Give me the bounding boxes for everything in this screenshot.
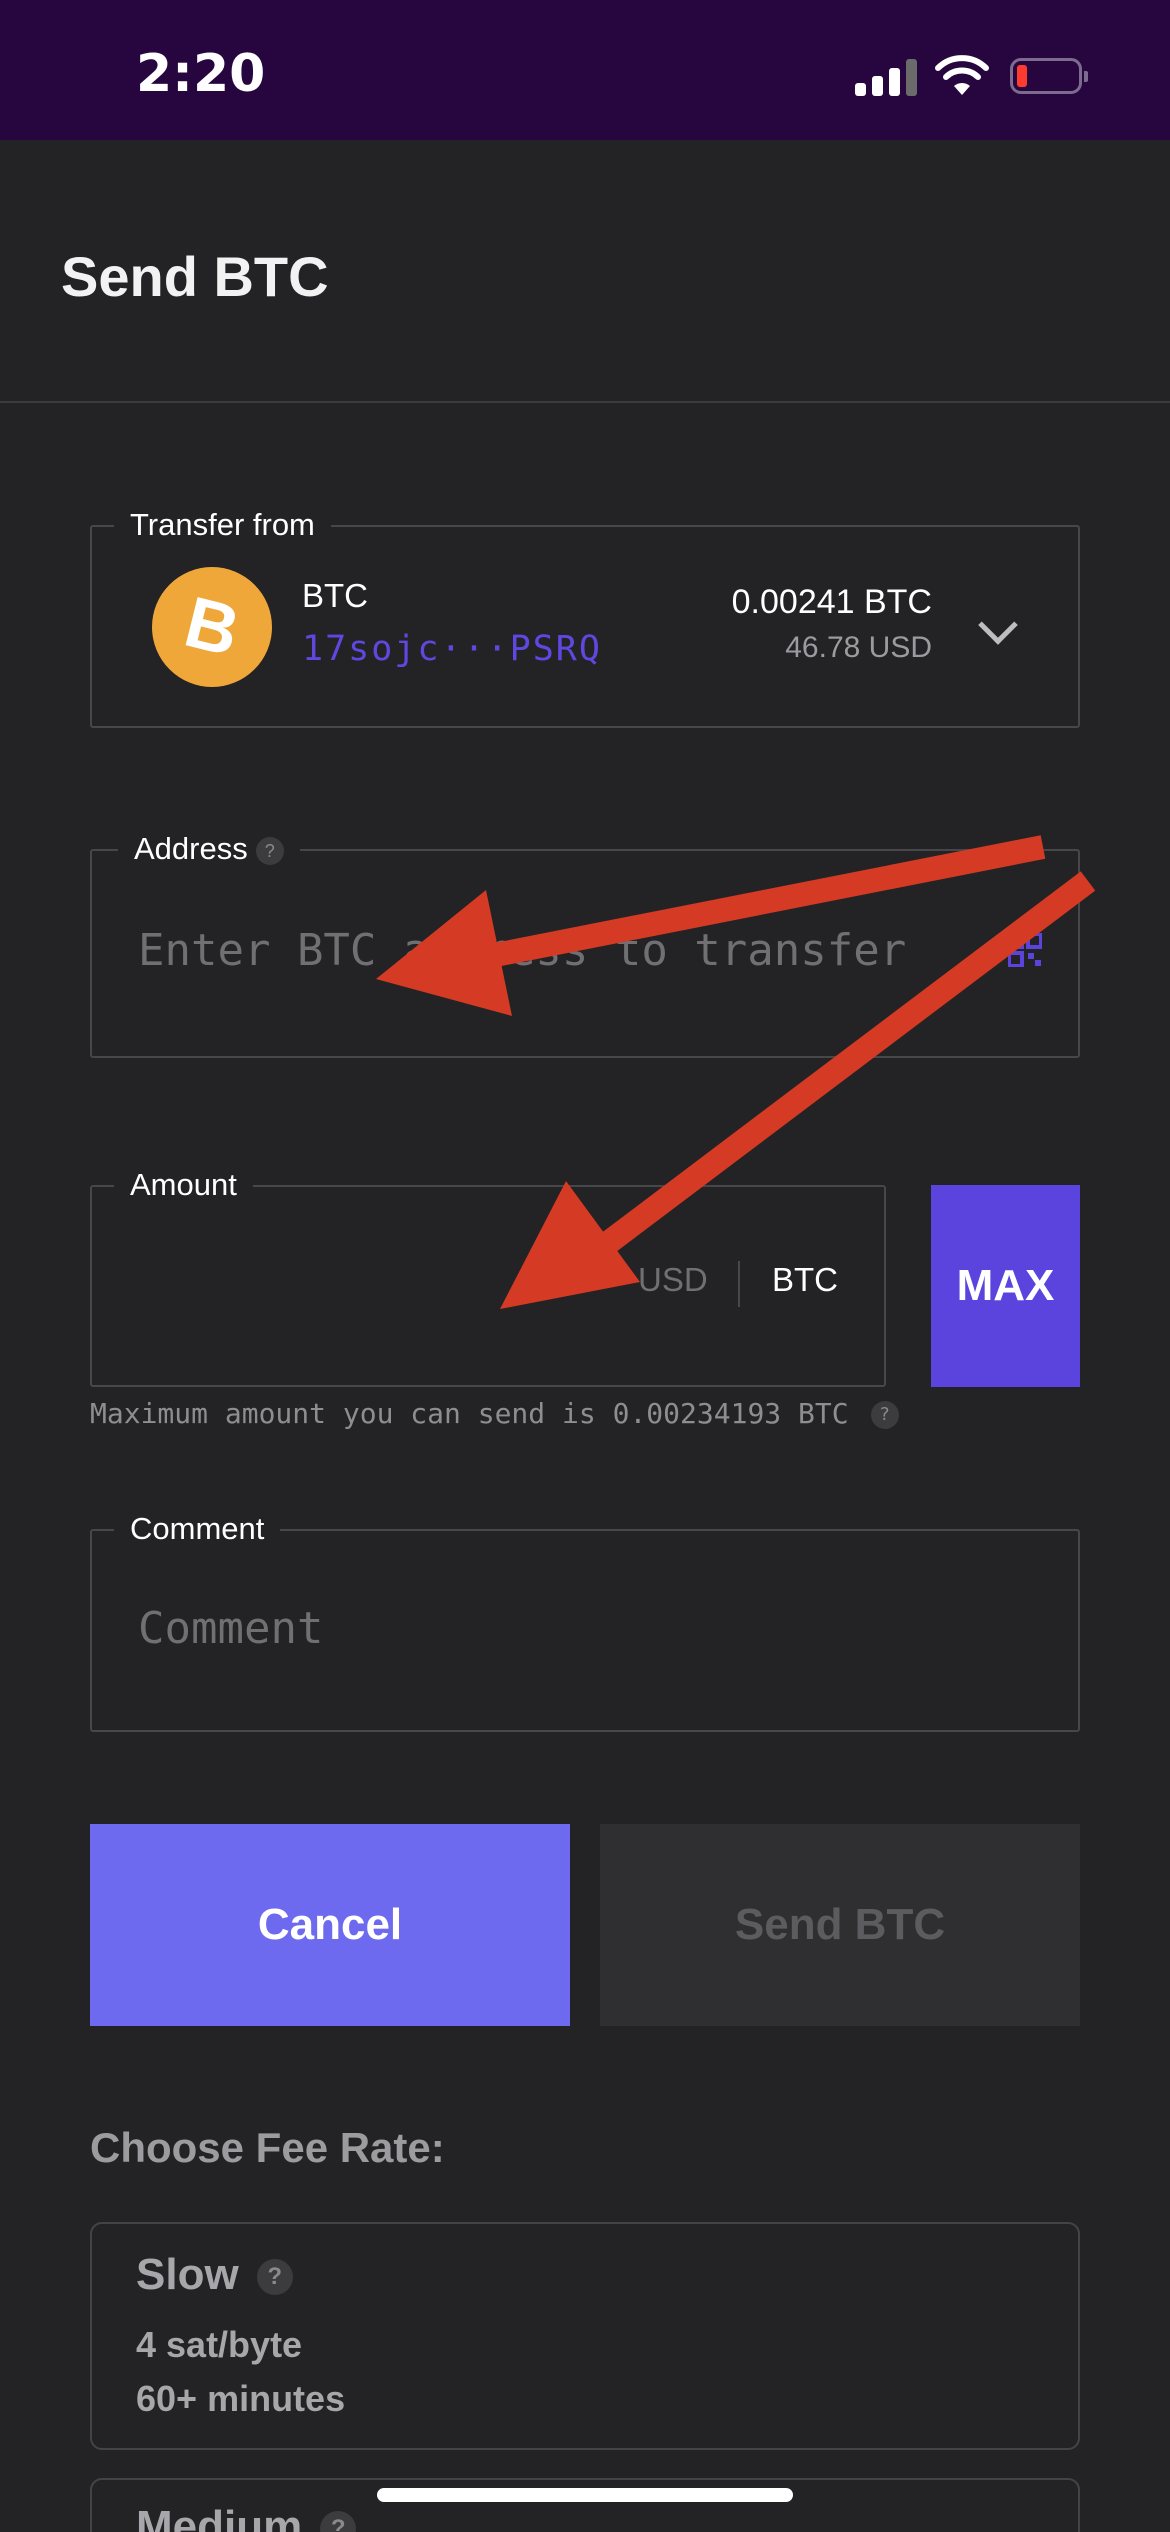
wifi-icon	[935, 55, 989, 95]
balance-btc: 0.00241 BTC	[731, 583, 932, 621]
cellular-signal-icon	[855, 58, 917, 96]
fee-option-time: 60+ minutes	[136, 2378, 346, 2419]
wallet-address: 17sojc···PSRQ	[302, 629, 602, 669]
balance-usd: 46.78 USD	[785, 631, 932, 664]
address-field[interactable]: Address? Enter BTC address to transfer	[90, 827, 1080, 1058]
cancel-button[interactable]: Cancel	[90, 1824, 570, 2026]
fee-option-slow[interactable]: Slow? 4 sat/byte 60+ minutes	[90, 2222, 1080, 2450]
page-title: Send BTC	[61, 245, 329, 308]
home-indicator	[377, 2488, 793, 2502]
amount-field[interactable]: Amount USD BTC	[90, 1163, 886, 1387]
comment-input[interactable]: Comment	[138, 1603, 323, 1654]
unit-usd-toggle[interactable]: USD	[638, 1261, 708, 1299]
amount-label: Amount	[114, 1163, 253, 1207]
unit-btc-toggle[interactable]: BTC	[772, 1261, 838, 1299]
address-help-icon[interactable]: ?	[255, 836, 284, 865]
battery-icon	[1010, 58, 1088, 94]
max-amount-hint: Maximum amount you can send is 0.0023419…	[90, 1397, 899, 1430]
send-btc-button[interactable]: Send BTC	[600, 1824, 1080, 2026]
fee-slow-help-icon[interactable]: ?	[256, 2259, 293, 2296]
address-label: Address?	[118, 827, 300, 871]
unit-divider	[738, 1261, 740, 1307]
fee-medium-help-icon[interactable]: ?	[320, 2511, 357, 2532]
header: Send BTC	[0, 140, 1170, 403]
max-amount-help-icon[interactable]: ?	[870, 1401, 899, 1429]
qr-code-icon[interactable]	[1008, 933, 1042, 967]
transfer-from-selector[interactable]: Transfer from B BTC 17sojc···PSRQ 0.0024…	[90, 503, 1080, 728]
coin-name: BTC	[302, 577, 368, 614]
chevron-down-icon[interactable]	[978, 605, 1018, 645]
bitcoin-icon: B	[152, 567, 272, 687]
fee-option-name: Slow?	[136, 2250, 293, 2300]
fee-rate-title: Choose Fee Rate:	[90, 2124, 445, 2171]
status-bar: 2:20	[0, 0, 1170, 140]
max-button[interactable]: MAX	[931, 1185, 1080, 1387]
fee-option-name: Medium?	[136, 2502, 357, 2532]
transfer-from-label: Transfer from	[114, 503, 331, 547]
comment-field[interactable]: Comment Comment	[90, 1507, 1080, 1732]
comment-label: Comment	[114, 1507, 281, 1551]
fee-option-medium[interactable]: Medium?	[90, 2478, 1080, 2532]
status-time: 2:20	[136, 44, 266, 104]
fee-option-rate: 4 sat/byte	[136, 2324, 303, 2365]
address-input[interactable]: Enter BTC address to transfer	[138, 925, 906, 976]
